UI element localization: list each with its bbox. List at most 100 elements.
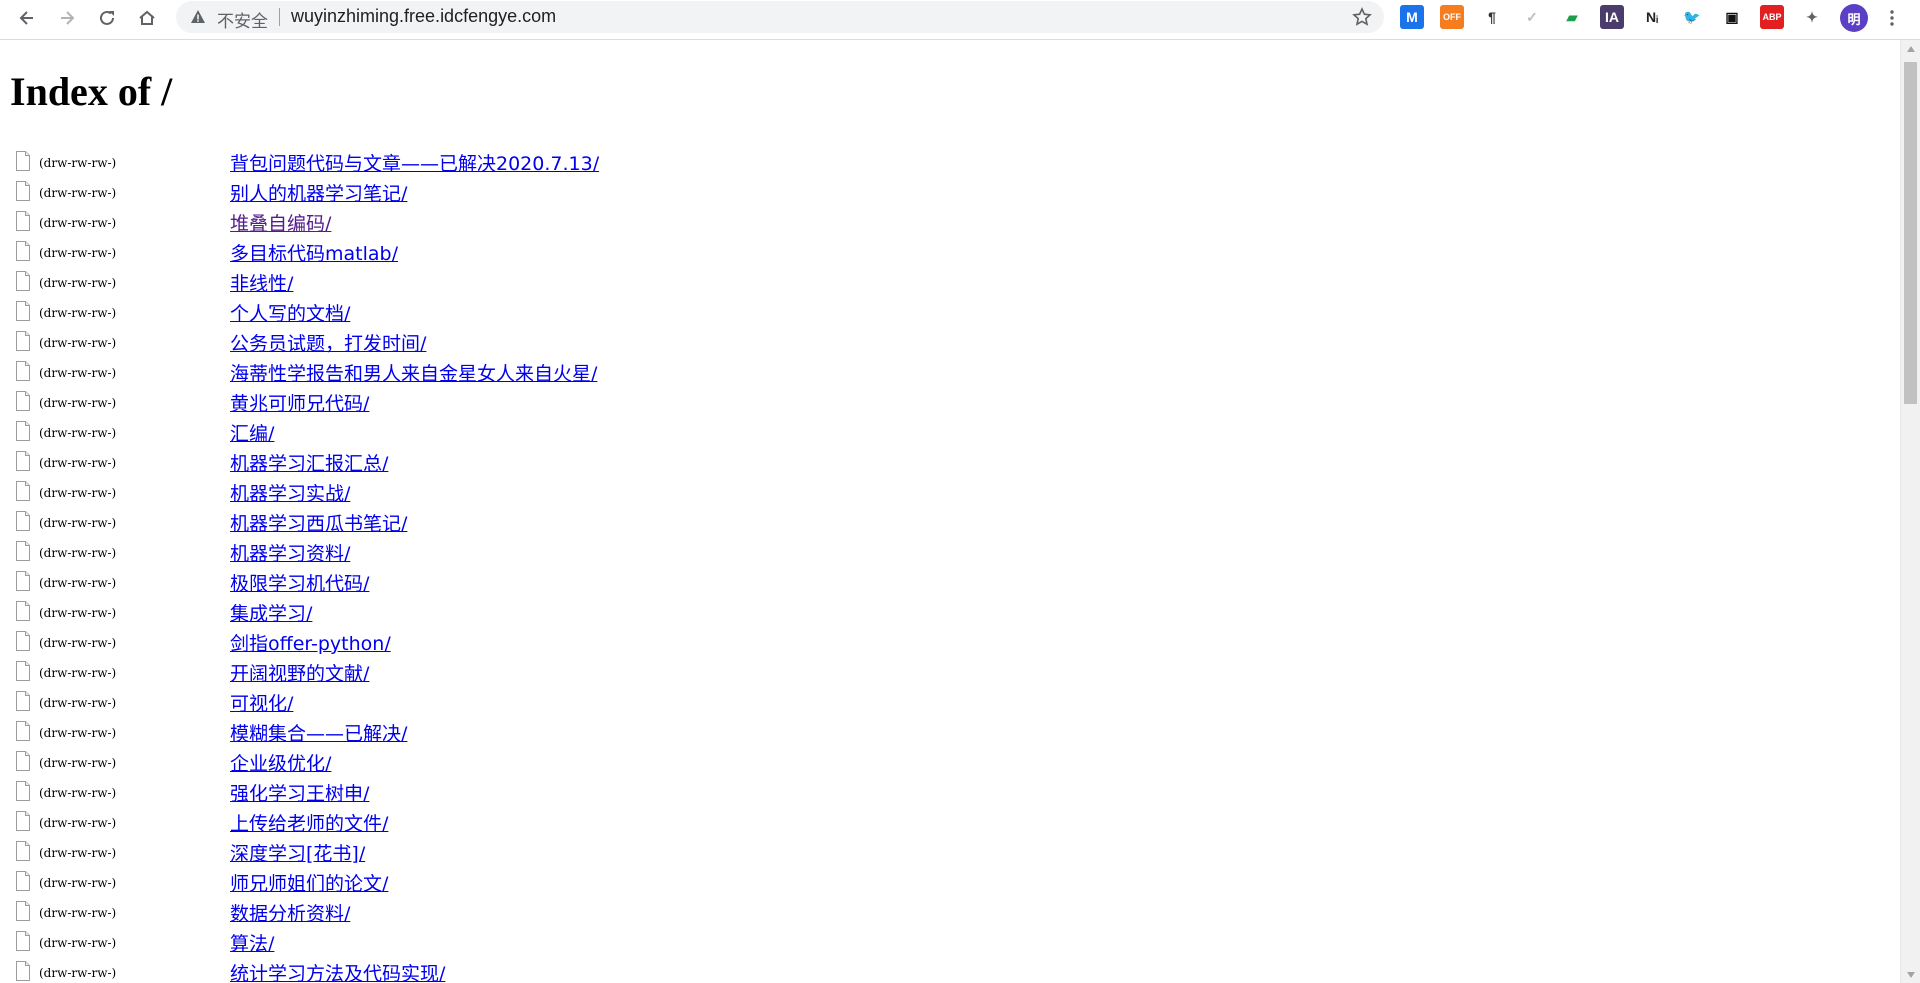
- permissions-label: (drw-rw-rw-): [39, 336, 117, 350]
- table-row: (drw-rw-rw-) 统计学习方法及代码实现/: [0, 959, 1900, 983]
- permissions-label: (drw-rw-rw-): [39, 576, 117, 590]
- folder-link[interactable]: 个人写的文档/: [230, 299, 350, 326]
- ni-ext-icon[interactable]: Nᵢ: [1640, 5, 1664, 29]
- file-icon: [16, 541, 30, 561]
- table-row: (drw-rw-rw-) 数据分析资料/: [0, 899, 1900, 929]
- permissions-label: (drw-rw-rw-): [39, 156, 117, 170]
- folder-link[interactable]: 别人的机器学习笔记/: [230, 179, 407, 206]
- table-row: (drw-rw-rw-) 背包问题代码与文章——已解决2020.7.13/: [0, 149, 1900, 179]
- reload-icon: [100, 10, 114, 25]
- scroll-up-button[interactable]: [1901, 40, 1920, 57]
- off-ext-icon[interactable]: OFF: [1440, 5, 1464, 29]
- file-icon: [16, 421, 30, 441]
- folder-link[interactable]: 强化学习王树申/: [230, 779, 369, 806]
- check-ext-icon[interactable]: ✓: [1520, 5, 1544, 29]
- scroll-down-button[interactable]: [1901, 966, 1920, 983]
- folder-link[interactable]: 非线性/: [230, 269, 293, 296]
- table-row: (drw-rw-rw-) 师兄师姐们的论文/: [0, 869, 1900, 899]
- permissions-label: (drw-rw-rw-): [39, 276, 117, 290]
- permissions-label: (drw-rw-rw-): [39, 486, 117, 500]
- pilcrow-ext-icon[interactable]: ¶: [1480, 5, 1504, 29]
- security-status[interactable]: 不安全: [217, 7, 268, 32]
- table-row: (drw-rw-rw-) 剑指offer-python/: [0, 629, 1900, 659]
- profile-avatar[interactable]: 明: [1840, 4, 1868, 32]
- file-icon: [16, 391, 30, 411]
- file-icon: [16, 931, 30, 951]
- flag-ext-icon[interactable]: ▰: [1560, 5, 1584, 29]
- address-bar[interactable]: 不安全 wuyinzhiming.free.idcfengye.com: [176, 1, 1384, 33]
- permissions-label: (drw-rw-rw-): [39, 696, 117, 710]
- file-icon: [16, 151, 30, 171]
- table-row: (drw-rw-rw-) 企业级优化/: [0, 749, 1900, 779]
- permissions-label: (drw-rw-rw-): [39, 816, 117, 830]
- permissions-label: (drw-rw-rw-): [39, 846, 117, 860]
- table-row: (drw-rw-rw-) 集成学习/: [0, 599, 1900, 629]
- permissions-label: (drw-rw-rw-): [39, 546, 117, 560]
- ia-ext-icon[interactable]: IA: [1600, 5, 1624, 29]
- file-icon: [16, 361, 30, 381]
- directory-listing: (drw-rw-rw-) 背包问题代码与文章——已解决2020.7.13/(drw…: [0, 149, 1900, 983]
- folder-link[interactable]: 开阔视野的文献/: [230, 659, 369, 686]
- home-button[interactable]: [131, 2, 163, 34]
- reload-button[interactable]: [91, 2, 123, 34]
- tab-ext-icon[interactable]: ▣: [1720, 5, 1744, 29]
- file-icon: [16, 751, 30, 771]
- folder-link[interactable]: 剑指offer-python/: [230, 629, 391, 656]
- puzzle-ext-icon[interactable]: ✦: [1800, 5, 1824, 29]
- table-row: (drw-rw-rw-) 模糊集合——已解决/: [0, 719, 1900, 749]
- folder-link[interactable]: 多目标代码matlab/: [230, 239, 398, 266]
- browser-menu-button[interactable]: [1876, 2, 1908, 34]
- folder-link[interactable]: 算法/: [230, 929, 274, 956]
- folder-link[interactable]: 可视化/: [230, 689, 293, 716]
- url-text[interactable]: wuyinzhiming.free.idcfengye.com: [291, 6, 556, 27]
- folder-link[interactable]: 背包问题代码与文章——已解决2020.7.13/: [230, 149, 599, 176]
- scroll-thumb[interactable]: [1904, 62, 1917, 404]
- page-title: Index of /: [10, 69, 173, 114]
- file-icon: [16, 271, 30, 291]
- folder-link[interactable]: 上传给老师的文件/: [230, 809, 388, 836]
- file-icon: [16, 241, 30, 261]
- file-icon: [16, 301, 30, 321]
- folder-link[interactable]: 机器学习实战/: [230, 479, 350, 506]
- file-icon: [16, 601, 30, 621]
- folder-link[interactable]: 深度学习[花书]/: [230, 839, 365, 866]
- permissions-label: (drw-rw-rw-): [39, 606, 117, 620]
- folder-link[interactable]: 模糊集合——已解决/: [230, 719, 407, 746]
- permissions-label: (drw-rw-rw-): [39, 786, 117, 800]
- back-button[interactable]: [11, 2, 43, 34]
- folder-link[interactable]: 汇编/: [230, 419, 274, 446]
- folder-link[interactable]: 极限学习机代码/: [230, 569, 369, 596]
- file-icon: [16, 961, 30, 981]
- folder-link[interactable]: 统计学习方法及代码实现/: [230, 959, 445, 983]
- permissions-label: (drw-rw-rw-): [39, 216, 117, 230]
- folder-link[interactable]: 海蒂性学报告和男人来自金星女人来自火星/: [230, 359, 597, 386]
- folder-link[interactable]: 机器学习资料/: [230, 539, 350, 566]
- table-row: (drw-rw-rw-) 别人的机器学习笔记/: [0, 179, 1900, 209]
- folder-link[interactable]: 企业级优化/: [230, 749, 331, 776]
- bookmark-star-icon[interactable]: [1352, 7, 1372, 27]
- folder-link[interactable]: 机器学习西瓜书笔记/: [230, 509, 407, 536]
- adblock-ext-icon[interactable]: ABP: [1760, 5, 1784, 29]
- bird-ext-icon[interactable]: 🐦: [1680, 5, 1704, 29]
- permissions-label: (drw-rw-rw-): [39, 366, 117, 380]
- permissions-label: (drw-rw-rw-): [39, 516, 117, 530]
- folder-link[interactable]: 堆叠自编码/: [230, 209, 331, 236]
- warning-icon[interactable]: [190, 9, 206, 25]
- m-ext-icon[interactable]: M: [1400, 5, 1424, 29]
- forward-button[interactable]: [51, 2, 83, 34]
- folder-link[interactable]: 公务员试题，打发时间/: [230, 329, 426, 356]
- vertical-scrollbar[interactable]: [1900, 40, 1920, 983]
- folder-link[interactable]: 集成学习/: [230, 599, 312, 626]
- folder-link[interactable]: 黄兆可师兄代码/: [230, 389, 369, 416]
- permissions-label: (drw-rw-rw-): [39, 966, 117, 980]
- permissions-label: (drw-rw-rw-): [39, 636, 117, 650]
- file-icon: [16, 871, 30, 891]
- file-icon: [16, 841, 30, 861]
- omnibox-divider: [279, 8, 280, 26]
- permissions-label: (drw-rw-rw-): [39, 306, 117, 320]
- folder-link[interactable]: 数据分析资料/: [230, 899, 350, 926]
- folder-link[interactable]: 机器学习汇报汇总/: [230, 449, 388, 476]
- file-icon: [16, 481, 30, 501]
- folder-link[interactable]: 师兄师姐们的论文/: [230, 869, 388, 896]
- table-row: (drw-rw-rw-) 机器学习实战/: [0, 479, 1900, 509]
